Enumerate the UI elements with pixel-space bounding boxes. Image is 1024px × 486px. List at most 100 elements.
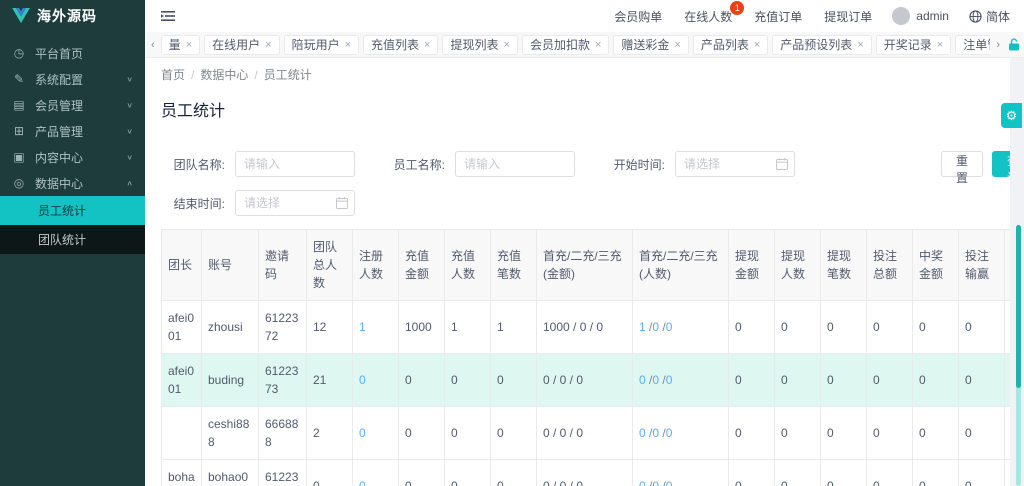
- tab-close-icon[interactable]: ×: [937, 39, 943, 51]
- config-icon: ✎: [12, 72, 26, 86]
- employee-name-input[interactable]: [455, 151, 575, 177]
- tab-注单管理[interactable]: 注单管理×: [955, 35, 990, 55]
- slash-separator: /: [659, 373, 666, 387]
- cell-team_total: 12: [307, 301, 353, 354]
- end-time-input[interactable]: [235, 190, 355, 216]
- cell-team_total: 21: [307, 354, 353, 407]
- members-icon: ▤: [12, 98, 26, 112]
- tab-close-icon[interactable]: ×: [504, 39, 510, 51]
- link-fc_counts[interactable]: 0: [639, 479, 646, 486]
- tab-close-icon[interactable]: ×: [424, 39, 430, 51]
- topnav-在线人数[interactable]: 在线人数1: [684, 8, 732, 25]
- tab-close-icon[interactable]: ×: [345, 39, 351, 51]
- tabs-scroll-right-icon[interactable]: ›: [994, 39, 1002, 51]
- tab-label: 充值列表: [371, 36, 419, 53]
- tab-close-icon[interactable]: ×: [857, 39, 863, 51]
- topnav-会员购单[interactable]: 会员购单: [614, 8, 662, 25]
- team-name-input[interactable]: [235, 151, 355, 177]
- sidebar-item-内容中心[interactable]: ▣内容中心∨: [0, 144, 145, 170]
- topnav-充值订单[interactable]: 充值订单: [754, 8, 802, 25]
- table-scrollbar-thumb[interactable]: [1016, 225, 1021, 388]
- column-header-bet_total: 投注总额: [867, 230, 913, 301]
- sidebar-item-label: 平台首页: [35, 45, 124, 62]
- breadcrumb-data-center[interactable]: 数据中心: [200, 68, 248, 82]
- sidebar-item-平台首页[interactable]: ◷平台首页: [0, 40, 145, 66]
- link-fc_counts[interactable]: 0: [666, 373, 673, 387]
- tab-label: 注单管理: [963, 36, 990, 53]
- app-root: 海外源码 ◷平台首页✎系统配置∨▤会员管理∨⊞产品管理∨ ▣ 内容中心 ∨ ◎数据中心∧…: [0, 0, 1024, 486]
- topnav-提现订单[interactable]: 提现订单: [824, 8, 872, 25]
- cell-win_amount: 0: [913, 407, 959, 460]
- reset-button[interactable]: 重置: [941, 151, 983, 177]
- content-icon: ▣: [12, 150, 26, 164]
- tab-产品列表[interactable]: 产品列表×: [693, 35, 768, 55]
- link-reg_count[interactable]: 0: [359, 373, 366, 387]
- tab-在线用户[interactable]: 在线用户×: [204, 35, 279, 55]
- tab-close-icon[interactable]: ×: [186, 39, 192, 51]
- sidebar-menu: ◷平台首页✎系统配置∨▤会员管理∨⊞产品管理∨ ▣ 内容中心 ∨ ◎数据中心∧员工统计团…: [0, 32, 145, 254]
- column-header-wd_users: 提现人数: [775, 230, 821, 301]
- cell-wd_amount: 0: [729, 301, 775, 354]
- tab-label: 量: [169, 36, 181, 53]
- tab-提现列表[interactable]: 提现列表×: [442, 35, 517, 55]
- tabbar: ‹ 量×在线用户×陪玩用户×充值列表×提现列表×会员加扣款×赠送彩金×产品列表×…: [145, 32, 1024, 58]
- table-header-row: 团长账号邀请码团队总人数注册人数充值金额充值人数充值笔数首充/二充/三充(金额)…: [162, 230, 1011, 301]
- collapse-sidebar-icon[interactable]: [161, 10, 175, 22]
- tab-close-icon[interactable]: ×: [265, 39, 271, 51]
- tab-close-icon[interactable]: ×: [754, 39, 760, 51]
- tab-close-icon[interactable]: ×: [595, 39, 601, 51]
- chevron-down-icon: ∨: [126, 101, 133, 110]
- sidebar-item-数据中心[interactable]: ◎数据中心∧: [0, 170, 145, 196]
- link-reg_count[interactable]: 0: [359, 479, 366, 486]
- cell-code: 6122383: [259, 460, 307, 486]
- tab-开奖记录[interactable]: 开奖记录×: [876, 35, 951, 55]
- start-time-input[interactable]: [675, 151, 795, 177]
- link-fc_counts[interactable]: 1: [639, 320, 646, 334]
- sidebar-subitem-团队统计[interactable]: 团队统计: [0, 225, 145, 254]
- language-switcher[interactable]: 简体: [969, 8, 1010, 25]
- sidebar-item-系统配置[interactable]: ✎系统配置∨: [0, 66, 145, 92]
- filter-end-time: 结束时间:: [161, 190, 355, 216]
- tab-label: 会员加扣款: [530, 36, 590, 53]
- tab-会员加扣款[interactable]: 会员加扣款 ×: [522, 35, 609, 55]
- link-fc_counts[interactable]: 0: [666, 479, 673, 486]
- tab-量[interactable]: 量×: [161, 35, 200, 55]
- tabs-scroll-left-icon[interactable]: ‹: [149, 39, 157, 51]
- sidebar-item-产品管理[interactable]: ⊞产品管理∨: [0, 118, 145, 144]
- cell-fc_counts: 0 /0 /0: [633, 354, 729, 407]
- theme-settings-button[interactable]: ⚙: [1001, 103, 1022, 128]
- cell-rc_count: 1: [491, 301, 537, 354]
- table-scrollbar-track[interactable]: [1016, 225, 1021, 486]
- tab-充值列表[interactable]: 充值列表 ×: [363, 35, 438, 55]
- breadcrumb: 首页/数据中心/员工统计: [161, 66, 994, 83]
- column-header-winloss: 投注输赢: [959, 230, 1005, 301]
- tab-label: 产品预设列表: [780, 36, 852, 53]
- sidebar-item-label: 产品管理: [35, 123, 117, 140]
- tab-陪玩用户[interactable]: 陪玩用户×: [284, 35, 359, 55]
- cell-rc_amount: 0: [399, 460, 445, 486]
- cell-winloss: 0: [959, 301, 1005, 354]
- link-fc_counts[interactable]: 0: [639, 373, 646, 387]
- cell-leader: afei001: [162, 354, 202, 407]
- tab-赠送彩金[interactable]: 赠送彩金×: [613, 35, 688, 55]
- tab-close-icon[interactable]: ×: [674, 39, 680, 51]
- logo: 海外源码: [0, 0, 145, 32]
- search-button[interactable]: 查询: [992, 151, 1010, 177]
- sidebar-item-label: 内容中心: [35, 149, 117, 166]
- breadcrumb-home[interactable]: 首页: [161, 68, 185, 82]
- cell-reg_count: 1: [353, 301, 399, 354]
- link-reg_count[interactable]: 1: [359, 320, 366, 334]
- language-label: 简体: [986, 8, 1010, 25]
- lock-tabs-icon[interactable]: [1008, 38, 1020, 51]
- link-fc_counts[interactable]: 0: [666, 320, 673, 334]
- link-fc_counts[interactable]: 0: [666, 426, 673, 440]
- link-fc_counts[interactable]: 0: [639, 426, 646, 440]
- breadcrumb-separator: /: [254, 68, 257, 82]
- sidebar-subitem-员工统计[interactable]: 员工统计: [0, 196, 145, 225]
- user-menu[interactable]: admin: [892, 7, 949, 25]
- column-header-team_total: 团队总人数: [307, 230, 353, 301]
- sidebar-item-会员管理[interactable]: ▤会员管理∨: [0, 92, 145, 118]
- link-reg_count[interactable]: 0: [359, 426, 366, 440]
- tab-产品预设列表[interactable]: 产品预设列表 ×: [772, 35, 871, 55]
- cell-fc_amount: 0 / 0 / 0: [537, 460, 633, 486]
